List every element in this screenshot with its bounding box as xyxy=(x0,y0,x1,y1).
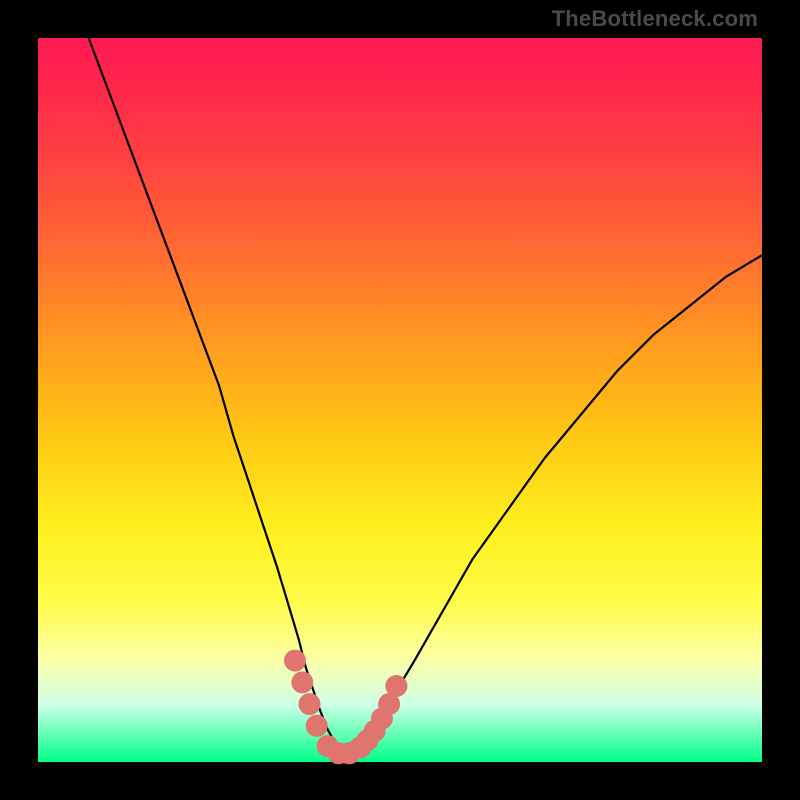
watermark-text: TheBottleneck.com xyxy=(552,6,758,32)
bottleneck-curve xyxy=(89,38,762,755)
highlight-dot xyxy=(284,650,306,672)
highlight-dot xyxy=(291,671,313,693)
chart-svg xyxy=(38,38,762,762)
highlight-dot xyxy=(306,715,328,737)
highlight-dot xyxy=(299,693,321,715)
highlight-dots xyxy=(284,650,407,765)
bottleneck-chart: TheBottleneck.com xyxy=(0,0,800,800)
plot-area xyxy=(38,38,762,762)
highlight-dot xyxy=(385,675,407,697)
